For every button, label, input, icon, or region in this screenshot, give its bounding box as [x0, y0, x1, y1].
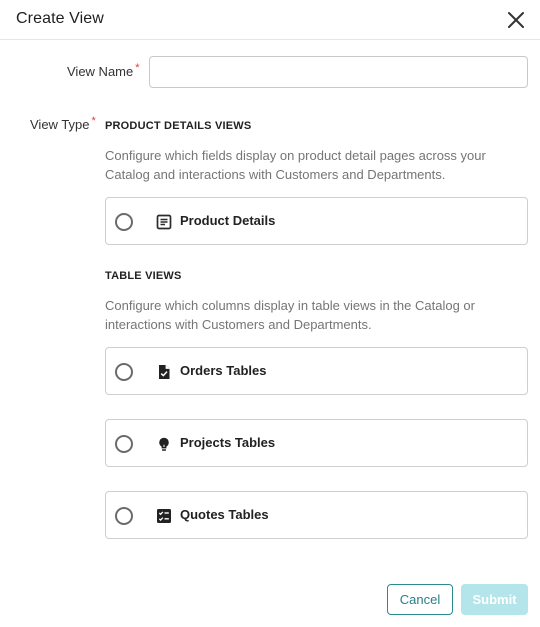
view-type-label-text: View Type — [30, 117, 90, 132]
checklist-icon — [157, 509, 171, 523]
required-indicator: * — [135, 62, 140, 74]
radio-button[interactable] — [115, 363, 133, 381]
option-projects-tables[interactable]: Projects Tables — [105, 419, 528, 467]
close-button[interactable] — [505, 9, 527, 31]
option-quotes-tables[interactable]: Quotes Tables — [105, 491, 528, 539]
table-views-description: Configure which columns display in table… — [105, 298, 475, 332]
view-name-input[interactable] — [149, 56, 528, 88]
view-type-label: View Type * — [30, 115, 96, 132]
option-orders-tables[interactable]: Orders Tables — [105, 347, 528, 395]
radio-button[interactable] — [115, 507, 133, 525]
product-details-views-description: Configure which fields display on produc… — [105, 148, 486, 182]
table-views-heading: TABLE VIEWS — [105, 270, 182, 282]
option-label: Product Details — [180, 213, 276, 228]
close-icon — [508, 12, 524, 28]
radio-button[interactable] — [115, 213, 133, 231]
radio-button[interactable] — [115, 435, 133, 453]
dialog-title: Create View — [16, 10, 104, 27]
lightbulb-icon — [159, 437, 169, 451]
option-label: Quotes Tables — [180, 507, 269, 522]
option-label: Orders Tables — [180, 363, 267, 378]
option-product-details[interactable]: Product Details — [105, 197, 528, 245]
product-details-views-heading: PRODUCT DETAILS VIEWS — [105, 120, 252, 132]
option-label: Projects Tables — [180, 435, 276, 450]
required-indicator: * — [91, 115, 96, 127]
view-name-label-text: View Name — [67, 64, 134, 79]
submit-button[interactable]: Submit — [461, 584, 528, 615]
dialog-header: Create View — [0, 0, 540, 40]
view-name-label: View Name * — [67, 62, 140, 79]
cancel-button[interactable]: Cancel — [387, 584, 453, 615]
file-check-icon — [159, 365, 170, 379]
article-icon — [156, 214, 172, 230]
